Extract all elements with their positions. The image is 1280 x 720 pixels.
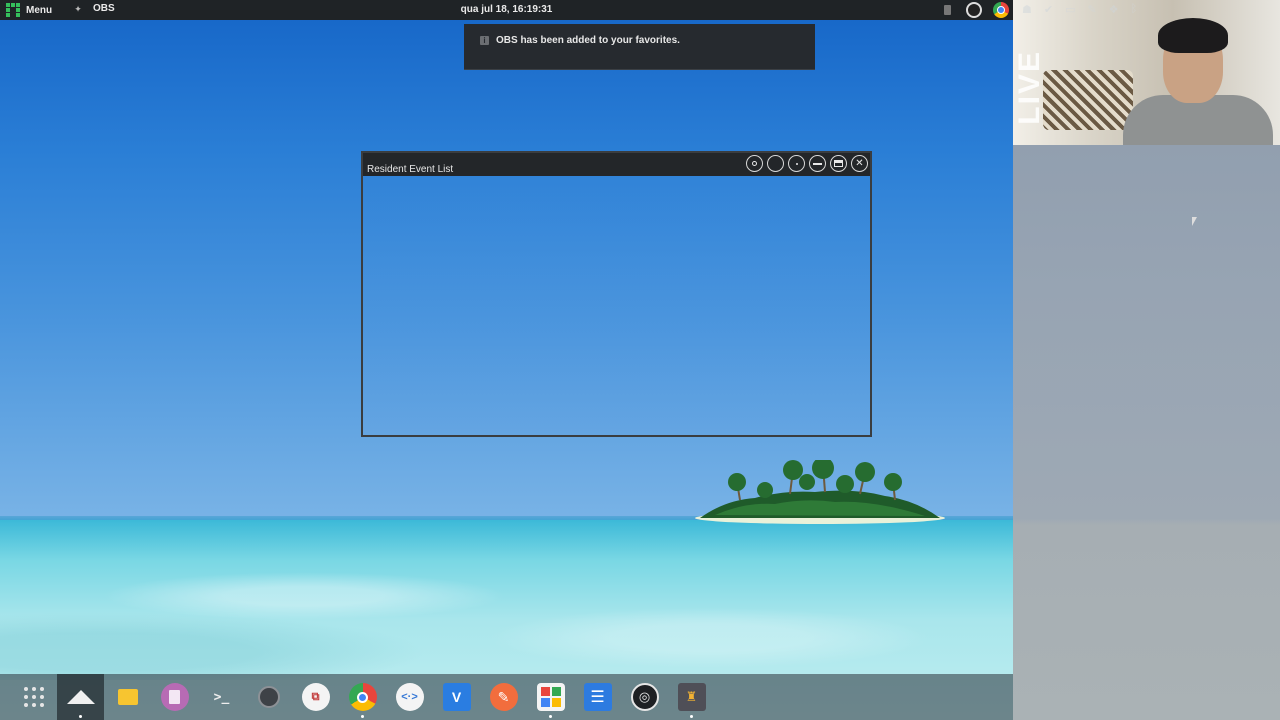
- window-icon: ▭: [1065, 4, 1076, 16]
- clock: qua jul 18, 16:19:31: [0, 4, 1013, 15]
- dock-item-obs[interactable]: [245, 674, 292, 720]
- menu-label: Menu: [26, 4, 53, 16]
- dock-item-chrome[interactable]: [339, 674, 386, 720]
- remote-desktop-icon: ⧉: [301, 683, 330, 711]
- close-icon[interactable]: ✕: [851, 155, 868, 172]
- active-app-button[interactable]: ✦ OBS: [73, 3, 115, 14]
- webcam-live-label: LIVE: [1013, 50, 1046, 125]
- window-controls: ✕: [746, 155, 868, 172]
- dock-item-software-center[interactable]: [527, 674, 574, 720]
- menu-button[interactable]: Menu: [6, 3, 52, 17]
- dock-item-notes[interactable]: [151, 674, 198, 720]
- window-titlebar[interactable]: Resident Event List ✕: [363, 153, 870, 176]
- active-app-label: OBS: [93, 3, 115, 14]
- dock-item-remote-desktop[interactable]: ⧉: [292, 674, 339, 720]
- dock-item-feather[interactable]: ✎: [480, 674, 527, 720]
- dock-item-files[interactable]: [104, 674, 151, 720]
- code-icon: <·>: [395, 683, 424, 711]
- notification-message: OBS has been added to your favorites.: [496, 35, 680, 46]
- check-icon: ✔: [1043, 4, 1054, 16]
- dock-item-terminal[interactable]: >_: [198, 674, 245, 720]
- obs-app-icon: ✦: [74, 3, 82, 14]
- notification-toast[interactable]: i OBS has been added to your favorites.: [464, 24, 815, 70]
- ghost-icon: ☗: [1022, 4, 1032, 16]
- obs-tray-icon[interactable]: [966, 2, 982, 18]
- folder-icon: [117, 689, 138, 705]
- dock: >_ ⧉ <·> V ✎ ☰ ◎ ♜: [0, 674, 1013, 720]
- info-icon: i: [480, 36, 489, 45]
- document-icon: ☰: [583, 683, 612, 711]
- up-arrow-icon: [66, 690, 95, 704]
- right-tray-icons: ☗ ✔ ▭ ✎ ❖ ᛒ: [1022, 3, 1137, 16]
- pen-icon: ✎: [1087, 4, 1097, 16]
- webcam-sofa: [1043, 70, 1133, 130]
- apps-grid-icon: [23, 687, 44, 707]
- mouse-cursor: [1192, 217, 1197, 226]
- chrome-icon: [348, 683, 377, 711]
- chrome-tray-icon[interactable]: [993, 2, 1009, 18]
- obs-icon: [257, 686, 280, 708]
- circle-icon[interactable]: [767, 155, 784, 172]
- manjaro-logo-icon: [6, 3, 20, 17]
- vscode-icon: V: [442, 683, 471, 711]
- wallpaper-sea-ripples: [0, 540, 1013, 680]
- game-icon: ♜: [677, 683, 706, 711]
- bluetooth-icon: ᛒ: [1130, 3, 1138, 15]
- webcam-person-hair: [1158, 18, 1228, 53]
- feather-icon: ✎: [489, 683, 518, 711]
- window-title: Resident Event List: [367, 164, 454, 175]
- clipboard-icon[interactable]: [939, 2, 955, 18]
- clock-text[interactable]: qua jul 18, 16:19:31: [461, 4, 553, 15]
- system-tray: [939, 2, 1009, 18]
- top-panel: Menu ✦ OBS qua jul 18, 16:19:31: [0, 0, 1013, 20]
- dock-item-code-editor[interactable]: <·>: [386, 674, 433, 720]
- dock-item-obs-studio[interactable]: ◎: [621, 674, 668, 720]
- obs-studio-icon: ◎: [630, 683, 659, 711]
- dock-item-vscode[interactable]: V: [433, 674, 480, 720]
- dropbox-icon: ❖: [1108, 4, 1119, 16]
- maximize-icon[interactable]: [830, 155, 847, 172]
- wallpaper-island: [695, 460, 945, 524]
- resident-event-list-window[interactable]: Resident Event List ✕: [361, 151, 872, 437]
- grid-icon: [536, 683, 565, 711]
- minimize-icon[interactable]: [809, 155, 826, 172]
- record-icon[interactable]: [746, 155, 763, 172]
- window-body: [363, 176, 870, 435]
- terminal-icon: >_: [213, 689, 230, 705]
- dock-item-show-desktop[interactable]: [57, 674, 104, 720]
- dot-icon[interactable]: [788, 155, 805, 172]
- dock-item-apps-grid[interactable]: [10, 674, 57, 720]
- dock-item-game[interactable]: ♜: [668, 674, 715, 720]
- notes-icon: [160, 683, 189, 711]
- webcam-overlay: LIVE: [1013, 0, 1280, 145]
- dock-item-document-viewer[interactable]: ☰: [574, 674, 621, 720]
